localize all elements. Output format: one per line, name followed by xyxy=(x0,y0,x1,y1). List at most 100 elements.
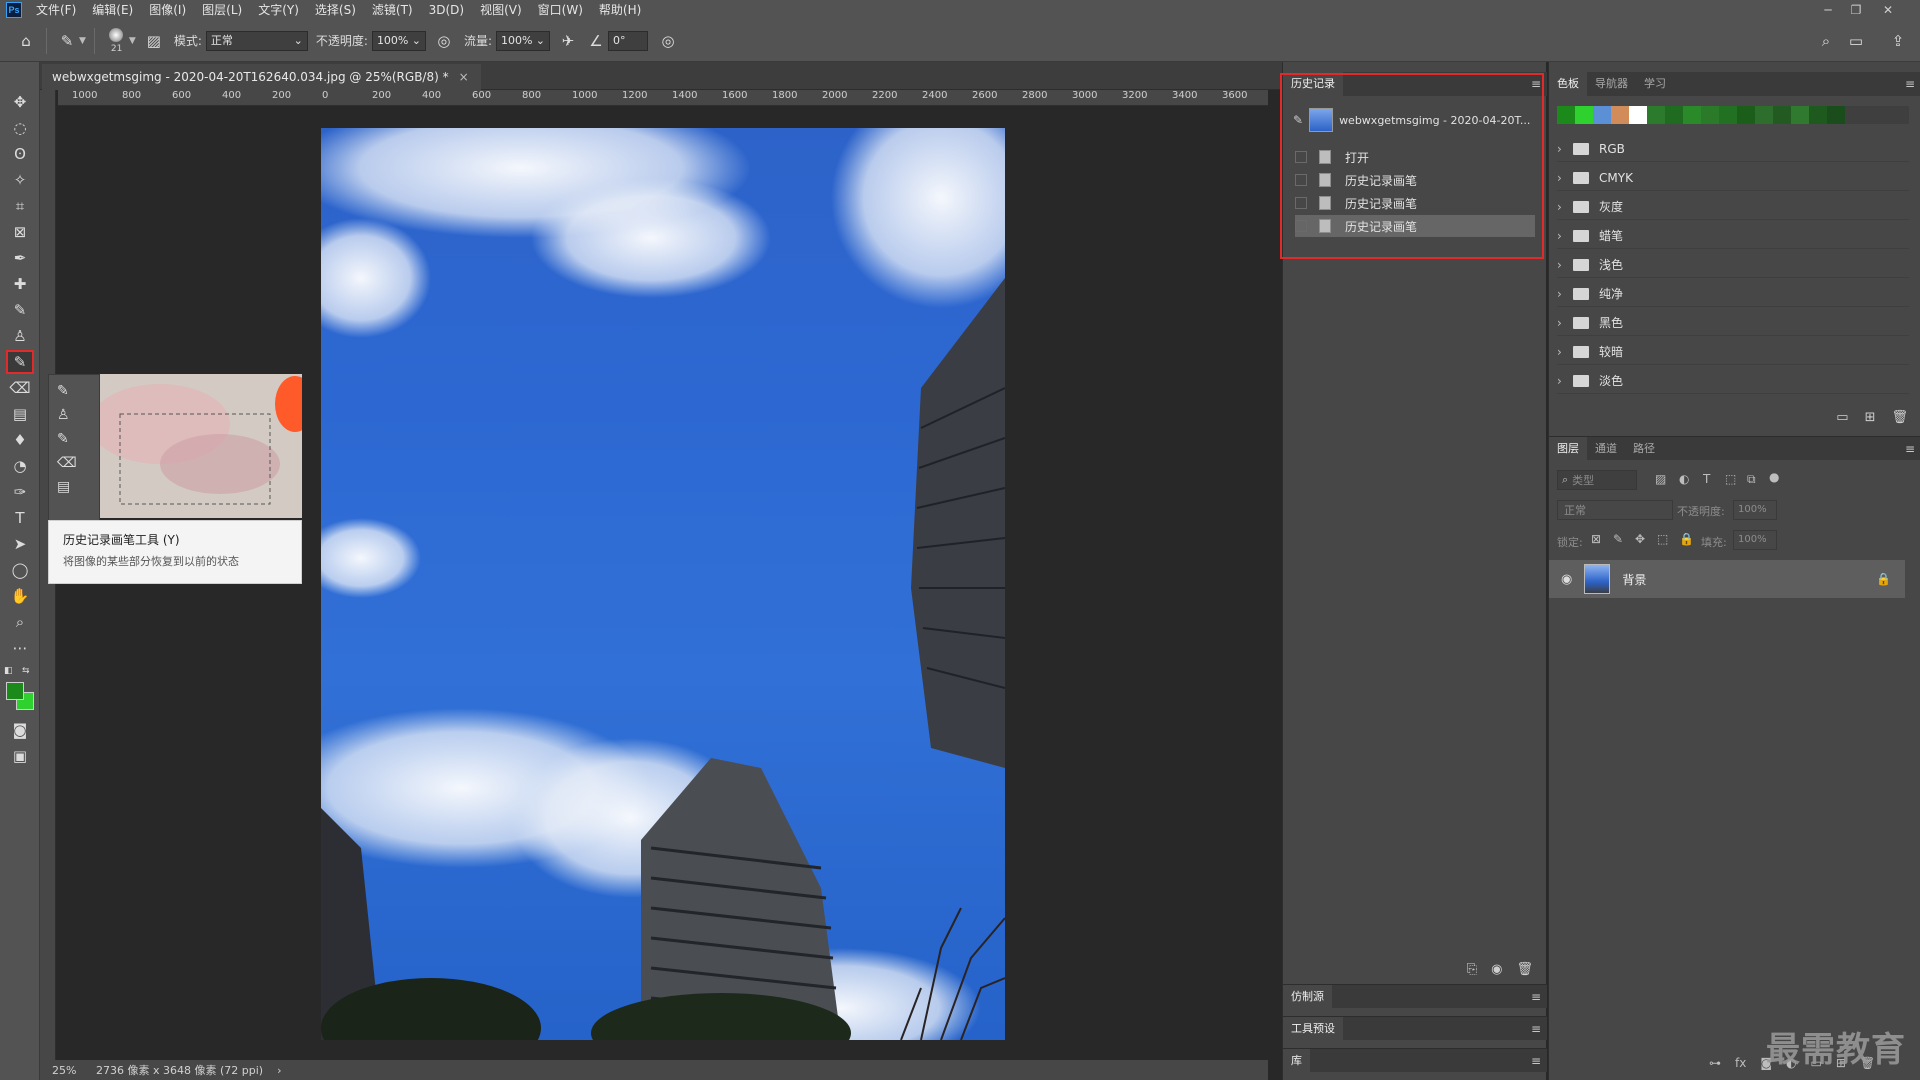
swatch-folder[interactable]: › 纯净 xyxy=(1557,281,1909,307)
panel-menu-icon[interactable]: ≡ xyxy=(1905,442,1915,456)
filter-type-icon[interactable]: T xyxy=(1703,472,1710,486)
lasso-tool-icon[interactable]: ʘ xyxy=(6,142,34,166)
pressure-opacity-icon[interactable]: ◎ xyxy=(432,29,456,53)
marquee-tool-icon[interactable]: ◌ xyxy=(6,116,34,140)
eye-icon[interactable]: ◉ xyxy=(1561,572,1572,587)
layer-opacity-field[interactable]: 100% xyxy=(1733,500,1777,520)
color-swatch[interactable] xyxy=(1611,106,1629,124)
blend-mode-select[interactable]: 正常 xyxy=(1557,500,1673,520)
search-icon[interactable]: ⌕ xyxy=(1814,29,1838,53)
default-colors-icon[interactable]: ◧ xyxy=(4,666,13,676)
filter-shape-icon[interactable]: ⬚ xyxy=(1725,472,1736,486)
brush-settings-panel-icon[interactable]: ▨ xyxy=(142,29,166,53)
lock-artboard-icon[interactable]: ⬚ xyxy=(1657,532,1668,546)
crop-tool-icon[interactable]: ⌗ xyxy=(6,194,34,218)
tab-channels[interactable]: 通道 xyxy=(1587,437,1625,461)
clone-stamp-tool-icon[interactable]: ♙ xyxy=(57,407,70,423)
color-swatch[interactable] xyxy=(1791,106,1809,124)
history-brush-tool-icon[interactable]: ✎ xyxy=(57,431,69,447)
lock-transparent-icon[interactable]: ⊠ xyxy=(1591,532,1601,546)
color-swatch[interactable] xyxy=(1827,106,1845,124)
menu-file[interactable]: 文件(F) xyxy=(28,0,84,20)
restore-icon[interactable]: ❐ xyxy=(1842,0,1870,20)
menu-layer[interactable]: 图层(L) xyxy=(194,0,250,20)
swatch-folder[interactable]: › 淡色 xyxy=(1557,368,1909,394)
gradient-tool-icon[interactable]: ▤ xyxy=(6,402,34,426)
minimize-icon[interactable]: ─ xyxy=(1814,0,1842,20)
screen-mode-icon[interactable]: ▣ xyxy=(6,744,34,768)
path-selection-tool-icon[interactable]: ➤ xyxy=(6,532,34,556)
move-tool-icon[interactable]: ✥ xyxy=(6,90,34,114)
clone-source-panel[interactable]: 仿制源 ≡ xyxy=(1283,984,1547,1009)
color-swatch[interactable] xyxy=(1737,106,1755,124)
chevron-right-icon[interactable]: › xyxy=(1557,229,1565,243)
panel-menu-icon[interactable]: ≡ xyxy=(1531,1022,1541,1036)
tab-clone-source[interactable]: 仿制源 xyxy=(1283,984,1332,1009)
angle-field[interactable]: 0° xyxy=(607,30,648,51)
hand-tool-icon[interactable]: ✋ xyxy=(6,584,34,608)
chevron-right-icon[interactable]: › xyxy=(1557,171,1565,185)
new-document-from-state-icon[interactable]: ⎘ xyxy=(1467,962,1477,984)
dodge-tool-icon[interactable]: ◔ xyxy=(6,454,34,478)
chevron-right-icon[interactable]: › xyxy=(1557,345,1565,359)
tab-layers[interactable]: 图层 xyxy=(1549,436,1587,461)
lock-position-icon[interactable]: ✥ xyxy=(1635,532,1645,546)
color-swatch[interactable] xyxy=(1557,106,1575,124)
tab-tool-presets[interactable]: 工具预设 xyxy=(1283,1016,1343,1041)
magic-wand-tool-icon[interactable]: ✧ xyxy=(6,168,34,192)
fx-icon[interactable]: fx xyxy=(1735,1056,1746,1070)
lock-icon[interactable]: 🔒 xyxy=(1876,572,1891,586)
chevron-right-icon[interactable]: › xyxy=(1557,316,1565,330)
close-tab-icon[interactable]: × xyxy=(459,70,469,84)
pen-tool-icon[interactable]: ✑ xyxy=(6,480,34,504)
color-swatch[interactable] xyxy=(1665,106,1683,124)
color-swatch[interactable] xyxy=(1773,106,1791,124)
status-menu-arrow[interactable]: › xyxy=(277,1064,281,1077)
color-swatch[interactable] xyxy=(1593,106,1611,124)
document-tab[interactable]: webwxgetmsgimg - 2020-04-20T162640.034.j… xyxy=(42,64,481,90)
menu-edit[interactable]: 编辑(E) xyxy=(84,0,141,20)
eraser-tool-icon[interactable]: ⌫ xyxy=(6,376,34,400)
trash-icon[interactable]: 🗑 xyxy=(1516,962,1533,984)
mode-select[interactable]: 正常 ⌄ xyxy=(205,30,308,51)
trash-icon[interactable]: 🗑 xyxy=(1891,410,1908,425)
history-brush-tool-icon[interactable]: ✎ xyxy=(6,350,34,374)
new-folder-icon[interactable]: ▭ xyxy=(1836,410,1848,425)
document-image[interactable] xyxy=(321,128,1005,1040)
swatch-folder[interactable]: › 浅色 xyxy=(1557,252,1909,278)
swatch-folder[interactable]: › CMYK xyxy=(1557,165,1909,191)
eyedropper-tool-icon[interactable]: ✒ xyxy=(6,246,34,270)
color-swatch[interactable] xyxy=(1701,106,1719,124)
share-icon[interactable]: ⇪ xyxy=(1886,29,1910,53)
chevron-right-icon[interactable]: › xyxy=(1557,374,1565,388)
more-tools-icon[interactable]: ⋯ xyxy=(6,636,34,660)
eraser-tool-icon[interactable]: ⌫ xyxy=(57,455,77,471)
chevron-right-icon[interactable]: › xyxy=(1557,142,1565,156)
chevron-right-icon[interactable]: › xyxy=(1557,258,1565,272)
workspace-icon[interactable]: ▭ xyxy=(1844,29,1868,53)
menu-type[interactable]: 文字(Y) xyxy=(250,0,307,20)
zoom-tool-icon[interactable]: ⌕ xyxy=(6,610,34,634)
chevron-right-icon[interactable]: › xyxy=(1557,287,1565,301)
fill-field[interactable]: 100% xyxy=(1733,530,1777,550)
layer-row[interactable]: ◉ 背景 🔒 xyxy=(1549,560,1905,598)
panel-menu-icon[interactable]: ≡ xyxy=(1531,990,1541,1004)
gradient-tool-icon[interactable]: ▤ xyxy=(57,479,70,495)
tab-libraries[interactable]: 库 xyxy=(1283,1048,1310,1073)
zoom-level[interactable]: 25% xyxy=(52,1064,92,1077)
swatch-folder[interactable]: › 黑色 xyxy=(1557,310,1909,336)
menu-view[interactable]: 视图(V) xyxy=(472,0,530,20)
frame-tool-icon[interactable]: ⊠ xyxy=(6,220,34,244)
libraries-panel[interactable]: 库 ≡ xyxy=(1283,1048,1547,1073)
filter-adjustment-icon[interactable]: ◐ xyxy=(1679,472,1689,486)
layer-filter-select[interactable]: ⌕ 类型 xyxy=(1557,470,1637,490)
menu-select[interactable]: 选择(S) xyxy=(307,0,364,20)
history-brush-preset-icon[interactable]: ✎ xyxy=(55,29,79,53)
tab-swatches[interactable]: 色板 xyxy=(1549,72,1587,96)
color-swatch[interactable] xyxy=(1809,106,1827,124)
color-swatch[interactable] xyxy=(1719,106,1737,124)
tab-navigator[interactable]: 导航器 xyxy=(1587,72,1636,96)
ellipse-tool-icon[interactable]: ◯ xyxy=(6,558,34,582)
filter-pixel-icon[interactable]: ▨ xyxy=(1655,472,1666,486)
filter-toggle-icon[interactable]: ● xyxy=(1769,470,1779,484)
